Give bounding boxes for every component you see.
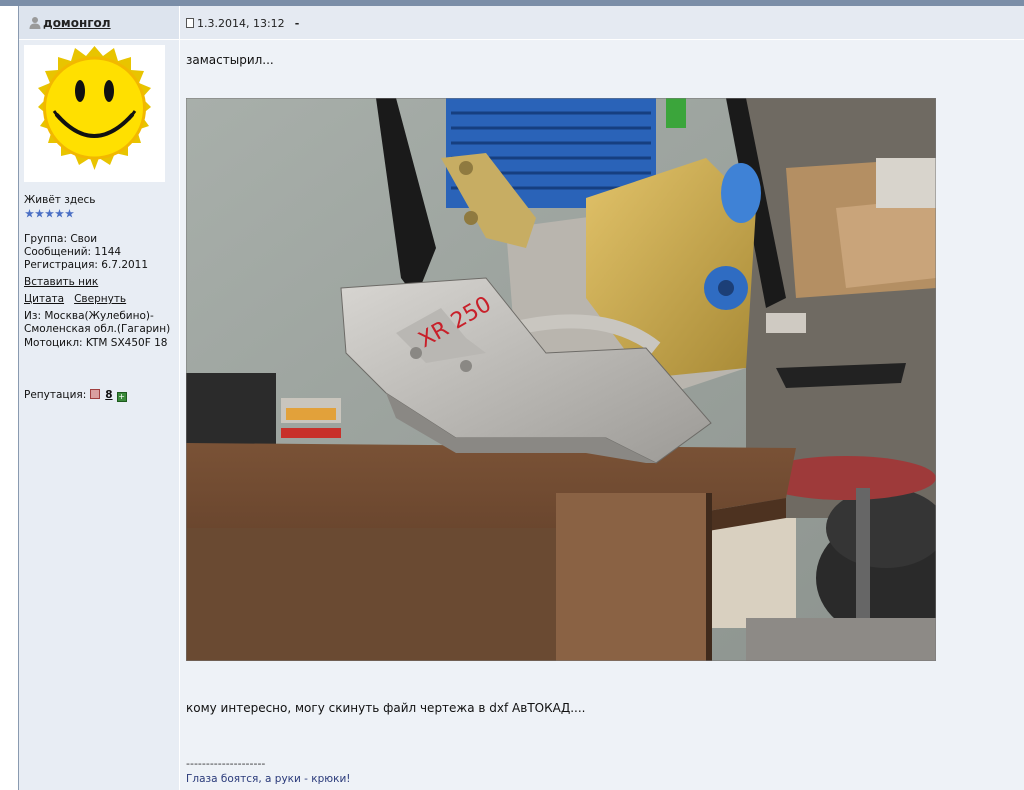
rank-star-icon xyxy=(45,209,54,218)
page-margin xyxy=(0,6,18,790)
rank-star-icon xyxy=(25,209,34,218)
insert-nick-link-wrap: Вставить ник xyxy=(24,276,98,289)
post-date-text: 1.3.2014, 13:12 xyxy=(197,17,285,30)
date-cell: 1.3.2014, 13:12- xyxy=(180,6,1024,40)
post-photo[interactable]: XR 250 xyxy=(186,98,936,661)
skid-plate-photo: XR 250 xyxy=(186,98,936,661)
post-actions: Цитата Свернуть xyxy=(24,293,126,306)
user-icon xyxy=(29,17,41,29)
avatar xyxy=(24,45,165,182)
quote-link[interactable]: Цитата xyxy=(24,293,64,305)
user-location-2: Смоленская обл.(Гагарин) xyxy=(24,323,171,335)
smiley-avatar-image xyxy=(38,46,151,170)
message-line-2: кому интересно, могу скинуть файл чертеж… xyxy=(186,701,586,715)
post-link-icon[interactable] xyxy=(186,18,194,28)
message-line-1: замастырил... xyxy=(186,53,274,67)
post-menu-dash[interactable]: - xyxy=(295,17,300,30)
forum-post: домонгол 1.3.2014, 13:12- Живёт здесь Гр… xyxy=(19,6,1024,790)
post-header: домонгол 1.3.2014, 13:12- xyxy=(19,6,1024,40)
insert-nick-link[interactable]: Вставить ник xyxy=(24,276,98,288)
reputation-label: Репутация: xyxy=(24,389,87,401)
reputation-value[interactable]: 8 xyxy=(105,389,112,401)
post-date: 1.3.2014, 13:12- xyxy=(186,17,299,30)
user-group: Группа: Свои xyxy=(24,233,98,245)
signature-separator: -------------------- xyxy=(186,757,266,770)
signature: Глаза боятся, а руки - крюки! xyxy=(186,773,351,785)
username: домонгол xyxy=(43,16,111,30)
rank-stars xyxy=(25,208,75,221)
user-status: Живёт здесь xyxy=(24,194,96,206)
user-registered: Регистрация: 6.7.2011 xyxy=(24,259,149,271)
username-link[interactable]: домонгол xyxy=(29,16,111,30)
rank-star-icon xyxy=(55,209,64,218)
reputation-minus-button[interactable] xyxy=(90,389,101,399)
author-profile: Живёт здесь Группа: Свои Сообщений: 1144… xyxy=(19,40,180,790)
author-cell: домонгол xyxy=(19,6,180,40)
rank-star-icon xyxy=(65,209,74,218)
rank-star-icon xyxy=(35,209,44,218)
reputation-plus-button[interactable]: + xyxy=(116,392,127,402)
post-body: замастырил... XR 250 кому интересно, мог… xyxy=(180,40,1024,790)
user-post-count: Сообщений: 1144 xyxy=(24,246,122,258)
user-bike: Мотоцикл: KTM SX450F 18 xyxy=(24,337,168,349)
collapse-link[interactable]: Свернуть xyxy=(74,293,126,305)
reputation: Репутация: 8 + xyxy=(24,389,127,402)
user-location-1: Из: Москва(Жулебино)- xyxy=(24,310,154,322)
